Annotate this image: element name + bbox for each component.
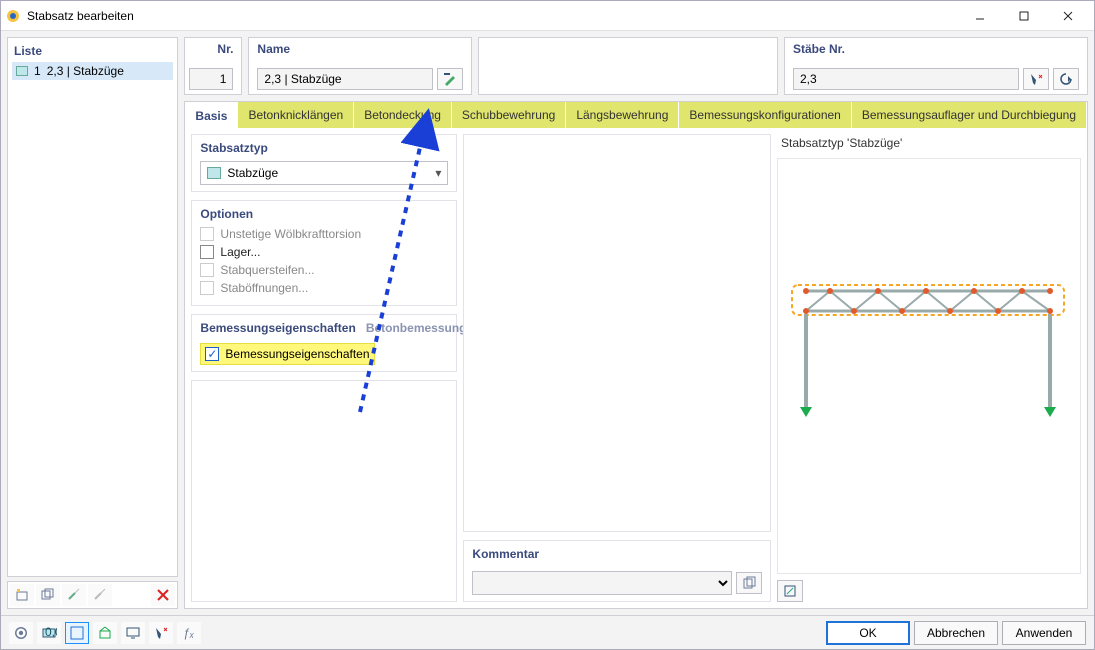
- titlebar: Stabsatz bearbeiten: [1, 1, 1094, 31]
- footer-view-button[interactable]: [65, 622, 89, 644]
- name-input[interactable]: [257, 68, 433, 90]
- right-column: Nr. Name Stäbe Nr.: [184, 37, 1088, 609]
- dialog-footer: 0,00 ƒₓ OK Abbrechen Anwenden: [1, 615, 1094, 649]
- stabe-label: Stäbe Nr.: [793, 42, 1079, 56]
- edit-name-button[interactable]: [437, 68, 463, 90]
- option-lager[interactable]: Lager...: [200, 245, 448, 259]
- option-staboeffnungen: Staböffnungen...: [200, 281, 448, 295]
- cancel-button[interactable]: Abbrechen: [914, 621, 998, 645]
- minimize-button[interactable]: [958, 2, 1002, 30]
- stabe-field-box: Stäbe Nr.: [784, 37, 1088, 95]
- name-label: Name: [257, 42, 463, 56]
- close-button[interactable]: [1046, 2, 1090, 30]
- assign-button-2[interactable]: [88, 584, 112, 606]
- footer-select-button[interactable]: [149, 622, 173, 644]
- tab-bemessungsauflager[interactable]: Bemessungsauflager und Durchbiegung: [852, 102, 1087, 128]
- footer-display-button[interactable]: [121, 622, 145, 644]
- window-title: Stabsatz bearbeiten: [27, 9, 958, 23]
- stabsatztyp-label: Stabsatztyp: [200, 141, 448, 155]
- footer-function-button[interactable]: ƒₓ: [177, 622, 201, 644]
- bemessungseigenschaften-checkbox-row[interactable]: ✓ Bemessungseigenschaften: [200, 343, 374, 365]
- apply-button[interactable]: Anwenden: [1002, 621, 1086, 645]
- tab-laengsbewehrung[interactable]: Längsbewehrung: [566, 102, 679, 128]
- middle-empty-area: [463, 134, 771, 532]
- checkbox-icon: [200, 281, 214, 295]
- tab-bemessungskonfigurationen[interactable]: Bemessungskonfigurationen: [679, 102, 851, 128]
- bemessung-group: Bemessungseigenschaften Betonbemessung ✓…: [191, 314, 457, 372]
- tab-schubbewehrung[interactable]: Schubbewehrung: [452, 102, 566, 128]
- list-panel: Liste 1 2,3 | Stabzüge: [7, 37, 178, 577]
- chevron-down-icon: ▾: [435, 166, 441, 180]
- left-column: Liste 1 2,3 | Stabzüge: [7, 37, 178, 609]
- svg-text:ƒₓ: ƒₓ: [183, 626, 195, 640]
- comment-select[interactable]: [472, 571, 732, 595]
- main-pane: Basis Betonknicklängen Betondeckung Schu…: [184, 101, 1088, 609]
- option-stabquersteifen: Stabquersteifen...: [200, 263, 448, 277]
- form-column: Stabsatztyp Stabzüge ▾ Optionen: [191, 134, 457, 602]
- list-item-color-icon: [16, 66, 28, 76]
- nr-field-box: Nr.: [184, 37, 242, 95]
- structure-preview-icon: [778, 159, 1078, 539]
- copy-item-button[interactable]: [36, 584, 60, 606]
- stabsatztyp-select[interactable]: Stabzüge ▾: [200, 161, 448, 185]
- list-item-num: 1: [34, 64, 41, 78]
- comment-label: Kommentar: [472, 547, 762, 561]
- footer-help-button[interactable]: [9, 622, 33, 644]
- assign-button-1[interactable]: [62, 584, 86, 606]
- comment-group: Kommentar: [463, 540, 771, 602]
- pick-members-button[interactable]: [1023, 68, 1049, 90]
- maximize-button[interactable]: [1002, 2, 1046, 30]
- preview-canvas: [777, 158, 1081, 574]
- optionen-group: Optionen Unstetige Wölbkrafttorsion Lage…: [191, 200, 457, 306]
- top-fields: Nr. Name Stäbe Nr.: [184, 37, 1088, 95]
- empty-field-box: [478, 37, 778, 95]
- delete-item-button[interactable]: [151, 584, 175, 606]
- dialog-window: Stabsatz bearbeiten Liste 1 2,3 | Stabzü…: [0, 0, 1095, 650]
- stabsatztyp-value: Stabzüge: [227, 166, 435, 180]
- comment-store-button[interactable]: [736, 572, 762, 594]
- preview-settings-button[interactable]: [777, 580, 803, 602]
- checkbox-icon: [200, 227, 214, 241]
- optionen-label: Optionen: [200, 207, 448, 221]
- preview-title: Stabsatztyp 'Stabzüge': [777, 134, 1081, 152]
- app-icon: [5, 8, 21, 24]
- list-item-label: 2,3 | Stabzüge: [47, 64, 124, 78]
- nr-input[interactable]: [189, 68, 233, 90]
- checkbox-icon: [200, 263, 214, 277]
- new-item-button[interactable]: [10, 584, 34, 606]
- ok-button[interactable]: OK: [826, 621, 910, 645]
- list-item[interactable]: 1 2,3 | Stabzüge: [12, 62, 173, 80]
- subtab-bemessungseigenschaften[interactable]: Bemessungseigenschaften: [200, 321, 355, 335]
- list-title: Liste: [14, 44, 171, 58]
- dialog-body: Liste 1 2,3 | Stabzüge: [1, 31, 1094, 615]
- reverse-button[interactable]: [1053, 68, 1079, 90]
- nr-label: Nr.: [217, 42, 233, 56]
- content-row: Stabsatztyp Stabzüge ▾ Optionen: [185, 128, 1087, 608]
- bemessungseigenschaften-label: Bemessungseigenschaften: [225, 347, 369, 361]
- option-woelbkraft: Unstetige Wölbkrafttorsion: [200, 227, 448, 241]
- checkbox-checked-icon[interactable]: ✓: [205, 347, 219, 361]
- list-toolbar: [7, 581, 178, 609]
- select-color-swatch: [207, 167, 221, 179]
- footer-model-button[interactable]: [93, 622, 117, 644]
- checkbox-icon[interactable]: [200, 245, 214, 259]
- tab-basis[interactable]: Basis: [185, 102, 238, 128]
- form-spacer: [191, 380, 457, 602]
- stabsatztyp-group: Stabsatztyp Stabzüge ▾: [191, 134, 457, 192]
- footer-units-button[interactable]: 0,00: [37, 622, 61, 644]
- subtab-betonbemessung[interactable]: Betonbemessung: [366, 321, 467, 335]
- svg-text:0,00: 0,00: [45, 625, 57, 639]
- stabe-input[interactable]: [793, 68, 1019, 90]
- tabstrip: Basis Betonknicklängen Betondeckung Schu…: [185, 102, 1087, 128]
- tab-betonknicklaengen[interactable]: Betonknicklängen: [238, 102, 354, 128]
- name-field-box: Name: [248, 37, 472, 95]
- tab-betondeckung[interactable]: Betondeckung: [354, 102, 452, 128]
- bemessung-subtabs: Bemessungseigenschaften Betonbemessung: [200, 321, 448, 335]
- preview-column: Stabsatztyp 'Stabzüge': [777, 134, 1081, 602]
- middle-column: Kommentar: [463, 134, 771, 602]
